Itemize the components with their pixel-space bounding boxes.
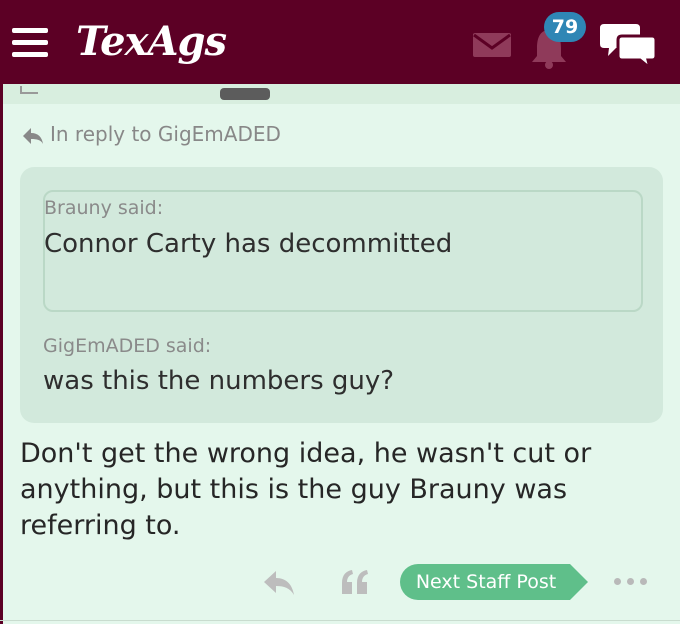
post-left-border [0, 84, 3, 624]
quote-text: was this the numbers guy? [43, 366, 395, 396]
in-reply-to-link[interactable]: In reply to GigEmADED [22, 120, 281, 148]
site-logo[interactable]: TexAgs [76, 18, 227, 66]
post-actions: Next Staff Post [0, 560, 680, 604]
menu-icon[interactable] [12, 28, 48, 58]
reply-icon[interactable] [263, 570, 295, 596]
reply-arrow-icon [23, 127, 43, 144]
next-staff-post-label: Next Staff Post [415, 571, 557, 593]
nested-quote-author[interactable]: Brauny said: [44, 197, 163, 219]
top-nav-bar: TexAgs 79 [0, 0, 680, 84]
previous-post-header-fragment [0, 84, 680, 104]
chat-icon[interactable] [600, 20, 658, 70]
more-icon[interactable] [614, 578, 648, 586]
in-reply-to-text: In reply to GigEmADED [50, 122, 281, 146]
quote-icon[interactable] [340, 568, 370, 596]
notification-badge: 79 [544, 12, 586, 42]
user-tag [220, 88, 270, 100]
quote-author[interactable]: GigEmADED said: [43, 335, 211, 357]
reply-arrow-icon [20, 86, 38, 94]
next-staff-post-button[interactable]: Next Staff Post [400, 564, 588, 600]
quote-block: Brauny said: Connor Carty has decommitte… [20, 167, 663, 423]
divider [0, 620, 680, 621]
mail-icon[interactable] [472, 32, 512, 58]
nested-quote-text: Connor Carty has decommitted [44, 229, 453, 259]
post-body: Don't get the wrong idea, he wasn't cut … [20, 438, 592, 541]
